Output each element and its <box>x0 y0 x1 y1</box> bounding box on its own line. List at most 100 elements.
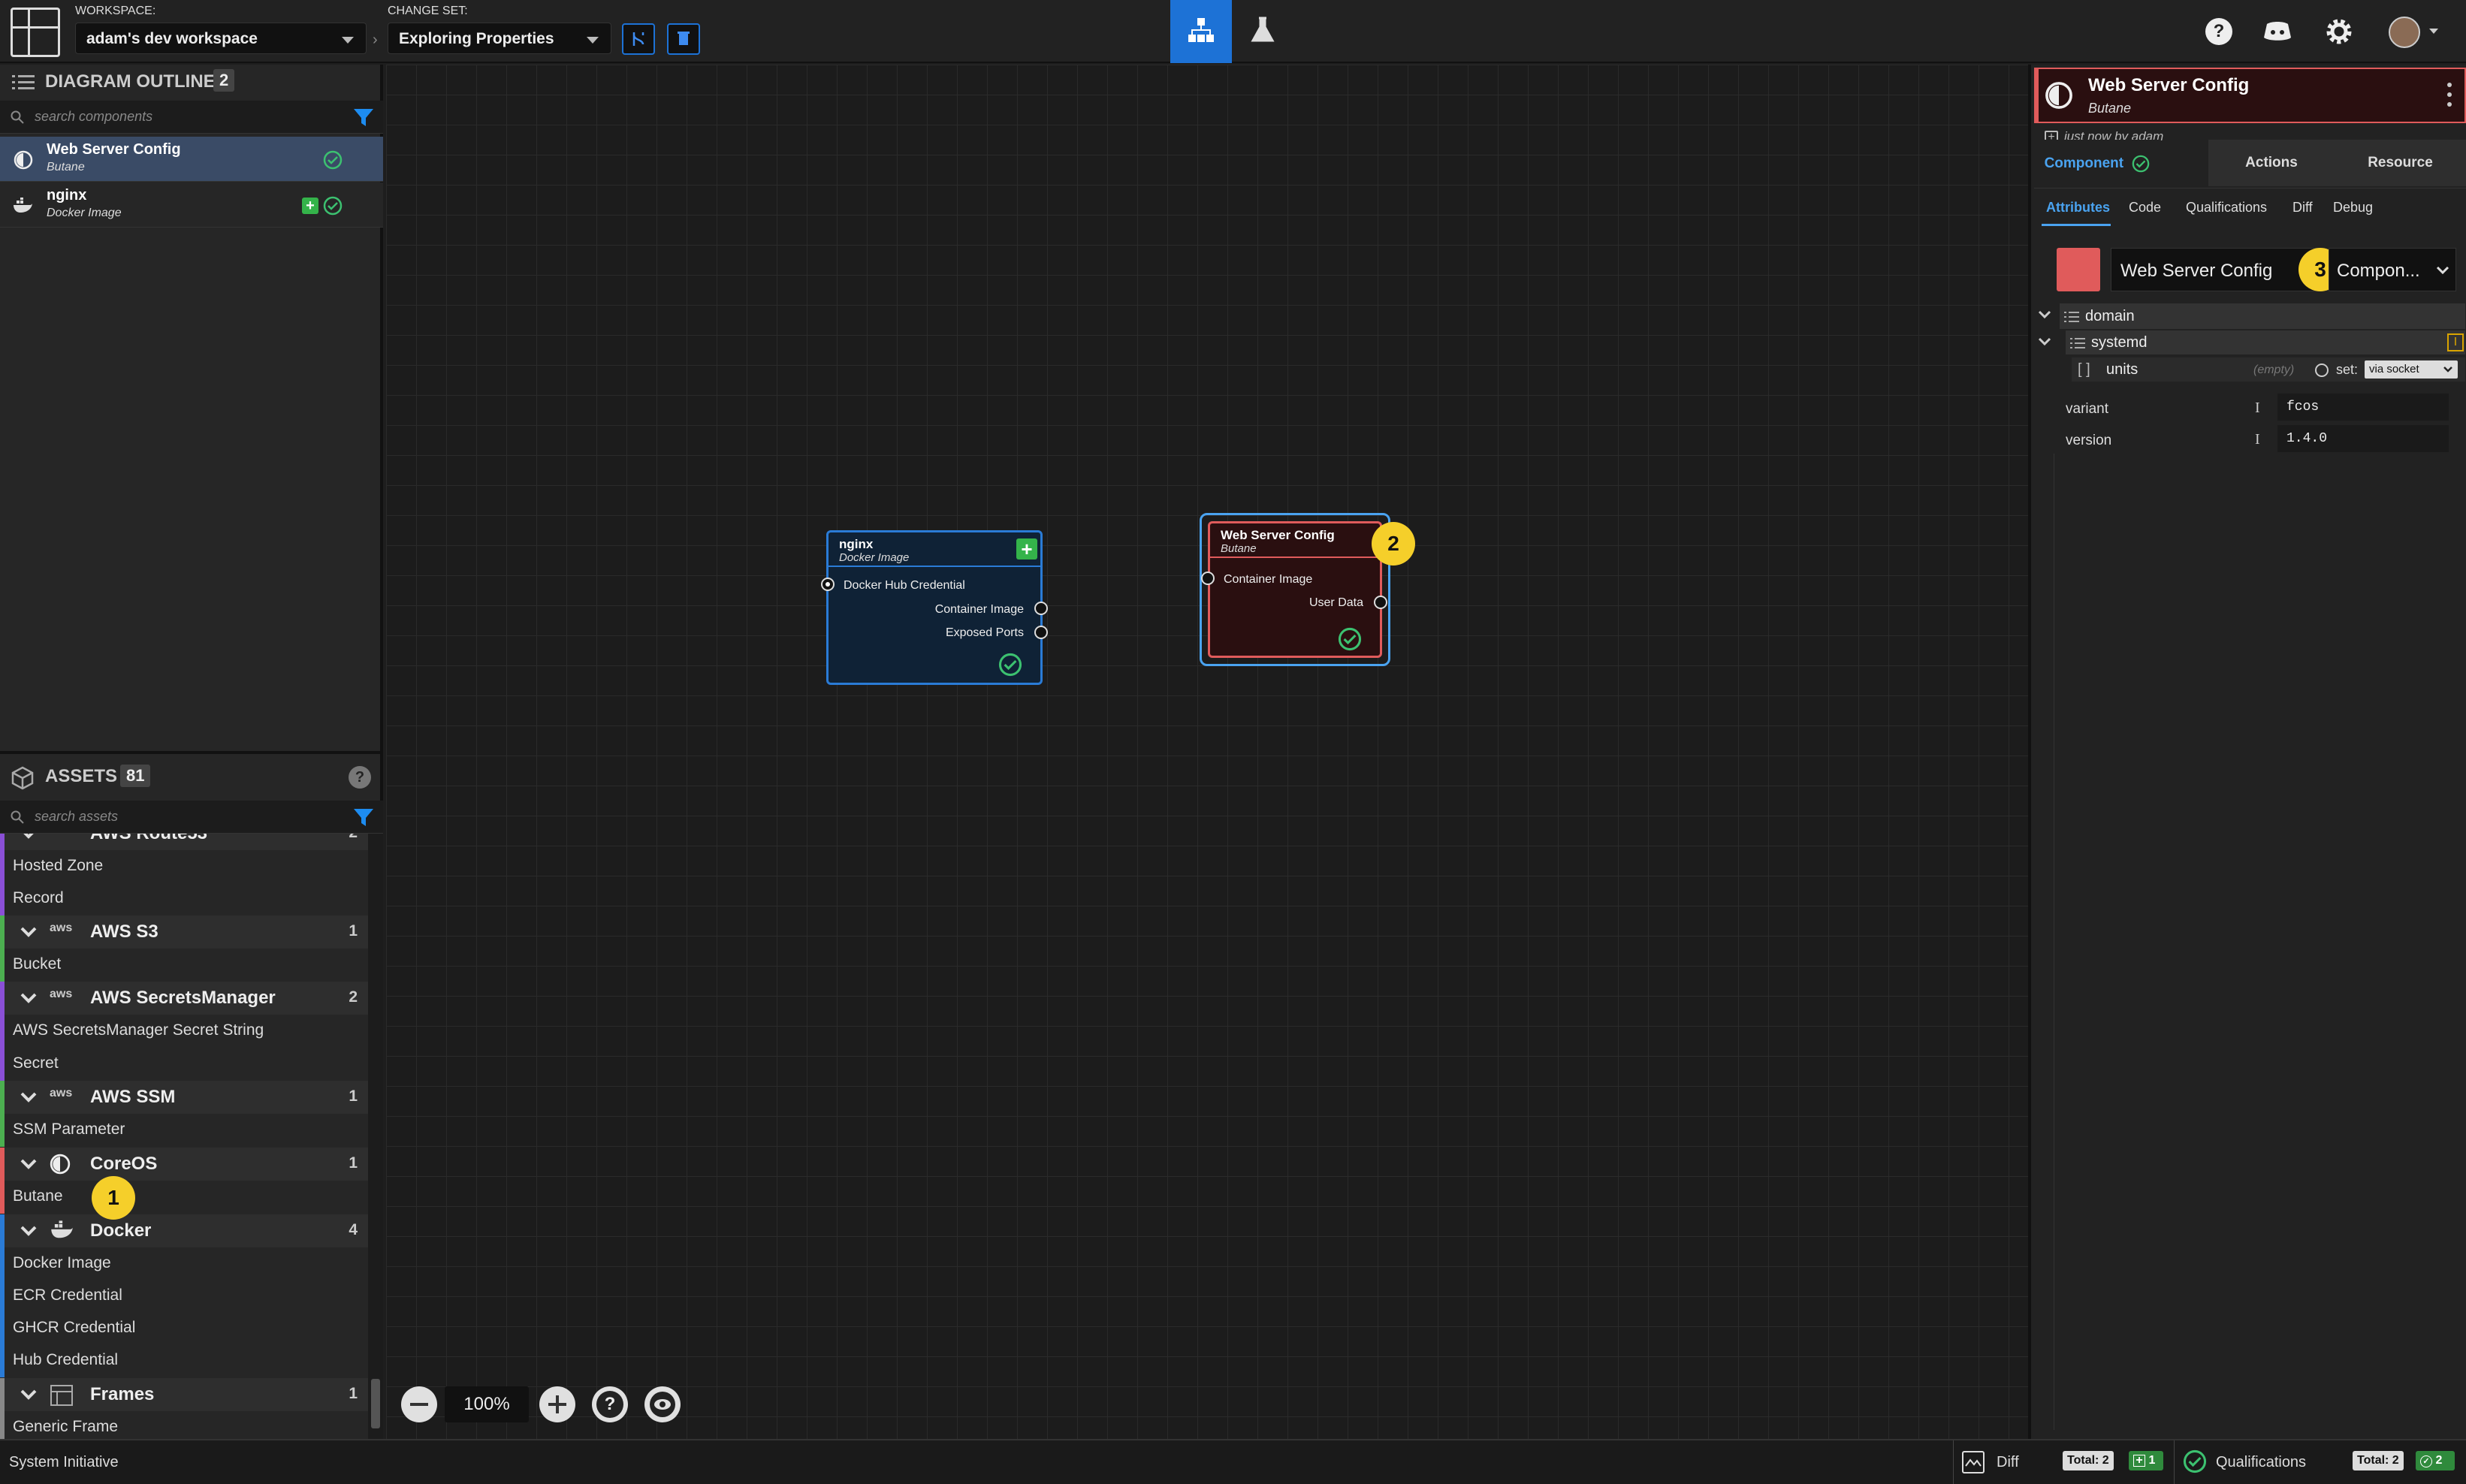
chevron-down-icon[interactable] <box>2037 336 2052 348</box>
variant-input[interactable]: fcos <box>2277 394 2449 421</box>
tab-actions[interactable]: Actions <box>2208 140 2335 186</box>
asset-item[interactable]: Secret <box>0 1048 368 1081</box>
canvas-visibility-button[interactable] <box>644 1386 681 1422</box>
aws-icon: aws <box>50 988 73 1000</box>
outline-item-nginx[interactable]: nginx Docker Image + <box>0 182 383 228</box>
plus-square-icon: + <box>2133 1455 2145 1467</box>
help-icon[interactable]: ? <box>349 766 371 789</box>
asset-item[interactable]: Hub Credential <box>0 1344 368 1377</box>
filter-icon[interactable] <box>353 108 374 128</box>
socket-exposed-ports[interactable] <box>1034 626 1048 639</box>
asset-item[interactable]: Hosted Zone <box>0 850 368 883</box>
asset-group-aws-route53[interactable]: aws AWS Route53 2 <box>0 834 368 850</box>
tree-row-systemd[interactable]: systemd I <box>2066 330 2465 354</box>
component-type-value: Compon... <box>2337 261 2420 281</box>
asset-item[interactable]: Record <box>0 882 368 915</box>
asset-group-aws-secretsmanager[interactable]: aws AWS SecretsManager 2 <box>0 982 368 1015</box>
asset-item[interactable]: ECR Credential <box>0 1280 368 1313</box>
socket-docker-hub-credential[interactable] <box>821 578 835 591</box>
component-type-select[interactable]: Compon... <box>2329 248 2456 291</box>
subtab-qualifications[interactable]: Qualifications <box>2186 200 2267 216</box>
diff-label[interactable]: Diff <box>1997 1454 2019 1471</box>
asset-item[interactable]: Bucket <box>0 949 368 982</box>
outline-item-web-server-config[interactable]: Web Server Config Butane <box>0 137 383 182</box>
node-subtitle: Docker Image <box>839 551 910 564</box>
avatar[interactable] <box>2389 17 2420 48</box>
qual-total-badge: Total: 2 <box>2353 1451 2404 1470</box>
assets-count: 81 <box>120 765 151 787</box>
value-source-select[interactable]: via socket <box>2365 360 2458 379</box>
changeset-select[interactable]: Exploring Properties <box>388 23 611 54</box>
chevron-down-icon[interactable] <box>2037 309 2052 321</box>
text-cursor-icon[interactable]: I <box>2447 333 2464 351</box>
subtab-code[interactable]: Code <box>2129 200 2161 216</box>
qualifications-label[interactable]: Qualifications <box>2216 1454 2306 1471</box>
assets-search-input[interactable]: search assets <box>0 801 383 834</box>
subtab-debug[interactable]: Debug <box>2333 200 2373 216</box>
plus-square-icon: + <box>302 198 318 214</box>
docker-icon <box>14 198 32 213</box>
version-input[interactable]: 1.4.0 <box>2277 425 2449 452</box>
asset-item[interactable]: AWS SecretsManager Secret String <box>0 1015 368 1048</box>
asset-item[interactable]: GHCR Credential <box>0 1312 368 1345</box>
canvas-help-button[interactable]: ? <box>592 1386 628 1422</box>
asset-item-butane[interactable]: Butane <box>0 1181 368 1214</box>
scrollbar-thumb[interactable] <box>371 1379 380 1428</box>
asset-item[interactable]: SSM Parameter <box>0 1114 368 1147</box>
subtab-diff[interactable]: Diff <box>2292 200 2313 216</box>
node-nginx[interactable]: nginx Docker Image + Docker Hub Credenti… <box>821 530 1048 685</box>
diagram-canvas[interactable]: nginx Docker Image + Docker Hub Credenti… <box>386 65 2028 1439</box>
socket-indicator-icon <box>2315 363 2329 377</box>
outline-search-input[interactable]: search components <box>0 101 383 134</box>
socket-user-data[interactable] <box>1374 596 1387 609</box>
changeset-select-value: Exploring Properties <box>399 30 554 47</box>
app-logo[interactable] <box>11 8 60 57</box>
callout-badge-2: 2 <box>1372 522 1415 566</box>
asset-group-aws-s3[interactable]: aws AWS S3 1 <box>0 915 368 949</box>
subtab-attributes[interactable]: Attributes <box>2046 200 2110 216</box>
zoom-out-button[interactable] <box>401 1386 437 1422</box>
color-swatch[interactable] <box>2057 248 2100 291</box>
lab-view-button[interactable] <box>1232 0 1293 63</box>
zoom-in-button[interactable] <box>539 1386 575 1422</box>
kebab-menu-icon[interactable] <box>2447 83 2452 107</box>
tab-component[interactable]: Component <box>2034 140 2160 186</box>
help-icon[interactable]: ? <box>2205 18 2232 45</box>
model-view-button[interactable] <box>1170 0 1232 63</box>
text-cursor-icon: I <box>2255 431 2260 448</box>
search-icon <box>11 810 24 824</box>
socket-label: Docker Hub Credential <box>844 579 965 592</box>
tree-row-domain[interactable]: domain <box>2060 303 2465 329</box>
chevron-down-icon[interactable] <box>2429 29 2438 34</box>
zoom-level[interactable]: 100% <box>445 1386 529 1422</box>
socket-container-image-out[interactable] <box>1034 602 1048 615</box>
text-cursor-icon: I <box>2255 400 2260 416</box>
asset-group-name: AWS S3 <box>90 921 158 942</box>
asset-item-label: Hosted Zone <box>13 857 104 874</box>
gear-icon[interactable] <box>2324 17 2354 47</box>
asset-group-docker[interactable]: Docker 4 <box>0 1214 368 1247</box>
group-color-bar <box>0 915 5 949</box>
tab-label: Component <box>2044 155 2124 172</box>
socket-label: Container Image <box>1224 573 1313 586</box>
discord-icon[interactable] <box>2262 20 2292 44</box>
tab-resource[interactable]: Resource <box>2335 140 2466 186</box>
asset-group-aws-ssm[interactable]: aws AWS SSM 1 <box>0 1081 368 1114</box>
asset-group-coreos[interactable]: CoreOS 1 <box>0 1148 368 1181</box>
filter-icon[interactable] <box>353 808 374 828</box>
component-name-input[interactable]: Web Server Config <box>2111 248 2321 291</box>
delete-changeset-button[interactable] <box>667 23 700 55</box>
merge-changeset-button[interactable] <box>622 23 655 55</box>
list-icon <box>2064 312 2079 322</box>
right-panel: Web Server Config Butane + just now by a… <box>2028 65 2466 1439</box>
node-web-server-config[interactable]: Web Server Config Butane Container Image… <box>1201 521 1387 658</box>
outline-search-placeholder: search components <box>35 109 153 124</box>
asset-item[interactable]: Generic Frame <box>0 1411 368 1439</box>
tree-row-units[interactable]: [ ] units (empty) set: via socket <box>2072 357 2465 382</box>
asset-group-frames[interactable]: Frames 1 <box>0 1378 368 1411</box>
socket-container-image-in[interactable] <box>1201 572 1215 585</box>
workspace-select[interactable]: adam's dev workspace <box>75 23 367 54</box>
assets-scrollbar[interactable] <box>368 834 383 1439</box>
asset-item[interactable]: Docker Image <box>0 1247 368 1280</box>
chevron-right-icon: › <box>373 32 378 48</box>
